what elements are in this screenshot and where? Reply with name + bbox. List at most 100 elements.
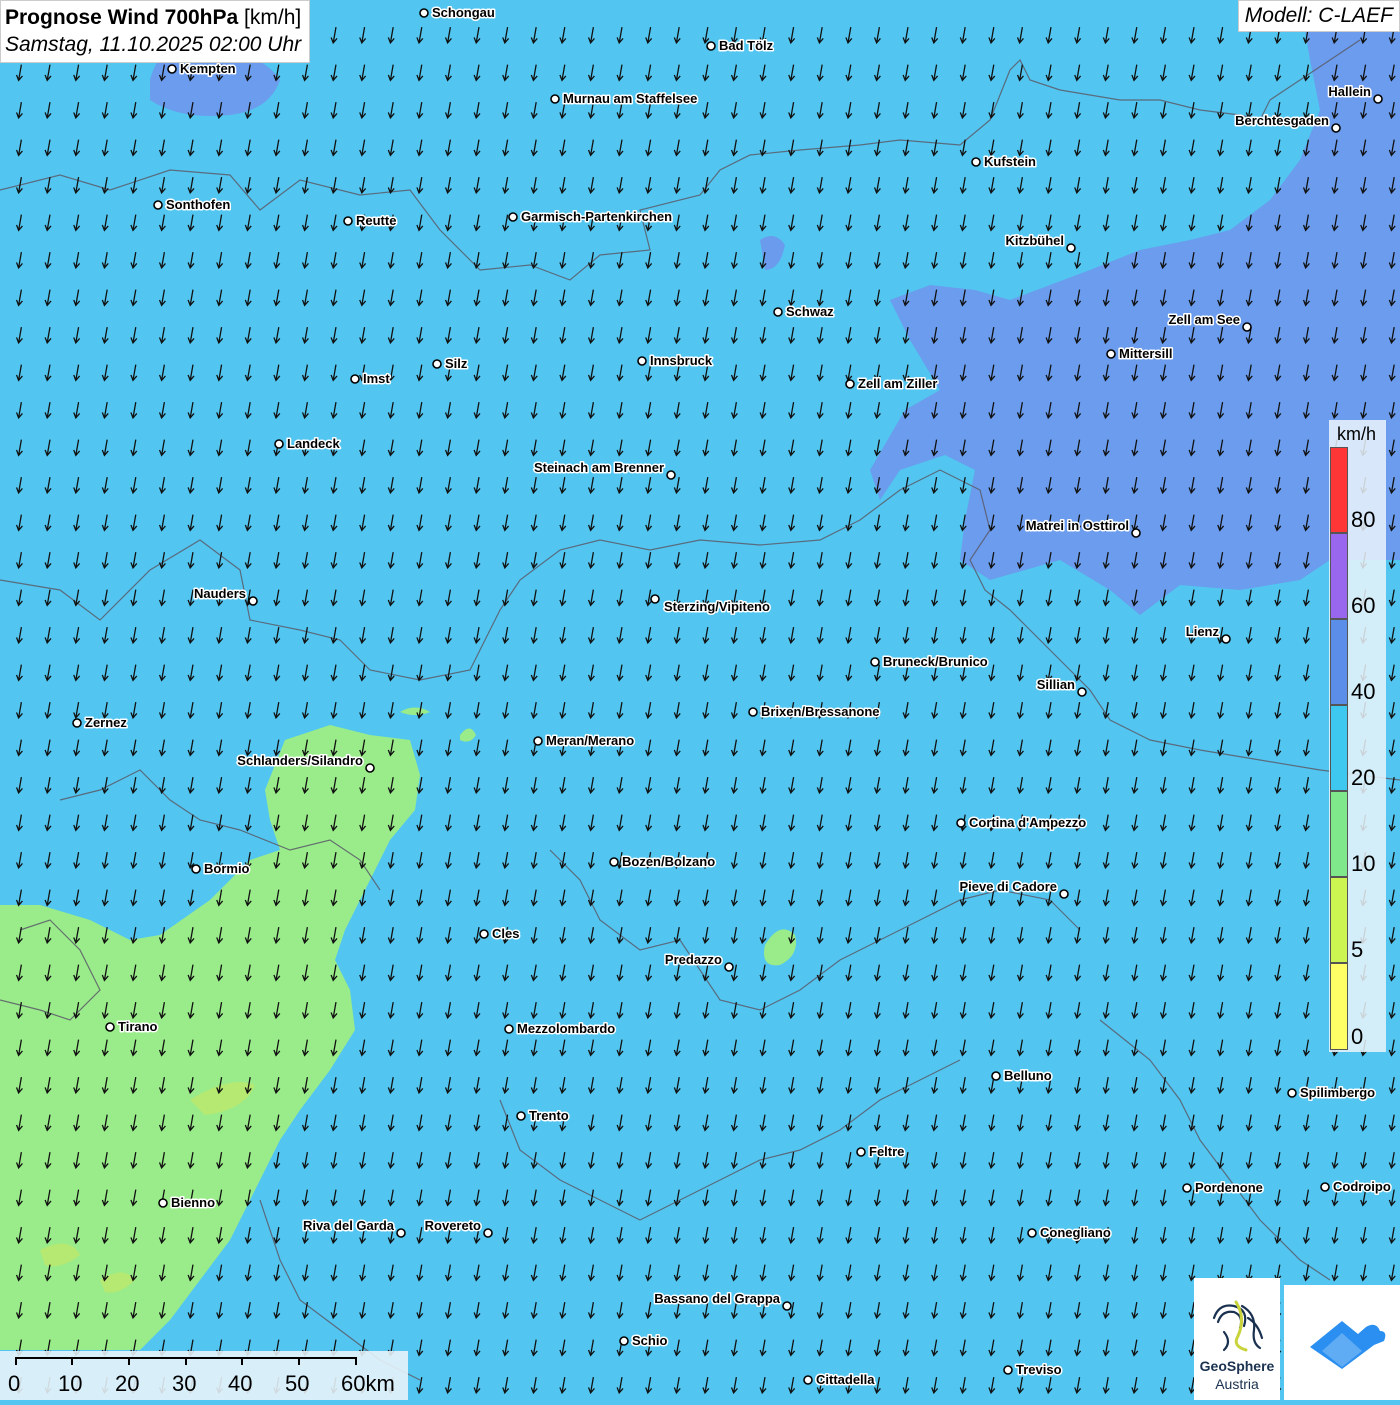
city-marker[interactable]: Meran/Merano — [533, 732, 636, 750]
city-label: Belluno — [1004, 1068, 1052, 1083]
city-dot — [706, 41, 716, 51]
city-marker[interactable]: Cortina d'Ampezzo — [956, 814, 1088, 832]
city-marker[interactable]: Garmisch-Partenkirchen — [508, 208, 674, 226]
legend-segment-20 — [1330, 705, 1348, 791]
city-label: Rovereto — [425, 1218, 481, 1233]
city-dot — [1331, 123, 1341, 133]
city-dot — [1131, 528, 1141, 538]
legend-label-20: 20 — [1351, 765, 1376, 790]
geosphere-emblem-icon — [1212, 1300, 1264, 1352]
legend-unit: km/h — [1337, 424, 1377, 444]
city-label: Sterzing/Vipiteno — [664, 599, 770, 614]
color-legend: km/h 80 60 40 20 10 5 0 — [1329, 420, 1386, 1052]
scale-tick — [15, 1357, 17, 1365]
scale-label: 30 — [172, 1371, 197, 1396]
geosphere-country: Austria — [1215, 1376, 1259, 1392]
city-dot — [153, 200, 163, 210]
city-dot — [105, 1022, 115, 1032]
city-label: Lienz — [1186, 624, 1220, 639]
city-dot — [432, 359, 442, 369]
city-dot — [479, 929, 489, 939]
city-dot — [1182, 1183, 1192, 1193]
city-label: Schio — [632, 1333, 667, 1348]
legend-segment-10 — [1330, 791, 1348, 877]
city-label: Schlanders/Silandro — [237, 753, 363, 768]
city-dot — [365, 763, 375, 773]
city-marker[interactable]: Murnau am Staffelsee — [550, 90, 699, 108]
city-label: Zernez — [85, 715, 127, 730]
city-label: Pieve di Cadore — [959, 879, 1057, 894]
city-dot — [533, 736, 543, 746]
city-marker[interactable]: Zell am Ziller — [845, 375, 939, 393]
city-marker[interactable]: Bruneck/Brunico — [870, 653, 989, 671]
scale-tick — [128, 1357, 130, 1365]
legend-segment-80 — [1330, 447, 1348, 533]
city-label: Treviso — [1016, 1362, 1062, 1377]
city-dot — [350, 374, 360, 384]
city-label: Schwaz — [786, 304, 834, 319]
city-label: Sillian — [1037, 677, 1075, 692]
scale-label: 20 — [115, 1371, 140, 1396]
city-label: Imst — [363, 371, 390, 386]
city-label: Nauders — [194, 586, 246, 601]
city-label: Garmisch-Partenkirchen — [521, 209, 672, 224]
city-dot — [637, 356, 647, 366]
city-marker[interactable]: Brixen/Bressanone — [748, 703, 881, 721]
geosphere-name: GeoSphere — [1199, 1358, 1275, 1374]
city-marker[interactable]: Conegliano — [1027, 1224, 1112, 1242]
legend-label-10: 10 — [1351, 851, 1376, 876]
city-dot — [971, 157, 981, 167]
city-marker[interactable]: Schongau — [419, 4, 496, 22]
city-dot — [274, 439, 284, 449]
city-dot — [782, 1301, 792, 1311]
map-title: Prognose Wind 700hPa — [5, 6, 239, 29]
city-label: Zell am See — [1168, 312, 1240, 327]
legend-label-40: 40 — [1351, 679, 1376, 704]
geosphere-logo: GeoSphere Austria — [1194, 1278, 1280, 1400]
city-dot — [619, 1336, 629, 1346]
city-dot — [483, 1228, 493, 1238]
city-dot — [1373, 94, 1383, 104]
city-dot — [609, 857, 619, 867]
city-label: Bruneck/Brunico — [883, 654, 988, 669]
city-dot — [191, 864, 201, 874]
city-marker[interactable]: Spilimbergo — [1287, 1084, 1377, 1102]
city-dot — [773, 307, 783, 317]
city-dot — [419, 8, 429, 18]
city-label: Mittersill — [1119, 346, 1172, 361]
house-cloud-icon — [1310, 1321, 1386, 1369]
city-marker[interactable]: Bozen/Bolzano — [609, 853, 717, 871]
city-marker[interactable]: Mezzolombardo — [504, 1020, 617, 1038]
scale-label: 10 — [58, 1371, 83, 1396]
city-label: Mezzolombardo — [517, 1021, 615, 1036]
title-box: Prognose Wind 700hPa [km/h] Samstag, 11.… — [0, 0, 311, 63]
city-marker[interactable]: Sonthofen — [153, 196, 232, 214]
city-label: Bad Tölz — [719, 38, 774, 53]
wind-map[interactable]: Schongau Bad Tölz Kempten Murnau am Staffel… — [0, 0, 1400, 1400]
city-label: Kempten — [180, 61, 236, 76]
title-line: Prognose Wind 700hPa [km/h] — [5, 4, 301, 32]
city-label: Hallein — [1328, 84, 1371, 99]
city-label: Cittadella — [816, 1372, 875, 1387]
city-dot — [650, 594, 660, 604]
city-label: Sonthofen — [166, 197, 230, 212]
city-dot — [1287, 1088, 1297, 1098]
city-dot — [1320, 1182, 1330, 1192]
city-dot — [724, 962, 734, 972]
city-dot — [1106, 349, 1116, 359]
city-marker[interactable]: Innsbruck — [637, 352, 714, 370]
scale-label: 40 — [228, 1371, 253, 1396]
city-label: Tirano — [118, 1019, 158, 1034]
city-label: Bassano del Grappa — [654, 1291, 780, 1306]
city-dot — [72, 718, 82, 728]
city-label: Silz — [445, 356, 468, 371]
city-dot — [666, 470, 676, 480]
city-label: Steinach am Brenner — [534, 460, 664, 475]
city-label: Murnau am Staffelsee — [563, 91, 697, 106]
city-label: Meran/Merano — [546, 733, 634, 748]
city-label: Berchtesgaden — [1235, 113, 1329, 128]
city-dot — [956, 818, 966, 828]
city-marker[interactable]: Pordenone — [1182, 1179, 1264, 1197]
city-label: Feltre — [869, 1144, 904, 1159]
scale-tick — [298, 1357, 300, 1365]
